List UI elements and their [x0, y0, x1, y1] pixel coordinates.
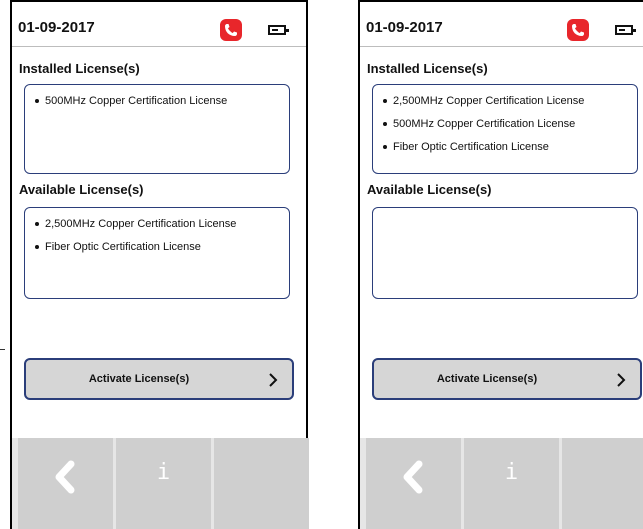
activate-licenses-button[interactable]: Activate License(s) [24, 358, 294, 400]
blank-softkey[interactable] [562, 438, 643, 529]
info-icon: i [156, 460, 171, 485]
installed-licenses-list: 2,500MHz Copper Certification License 50… [372, 84, 638, 174]
back-button[interactable] [366, 438, 461, 529]
installed-licenses-list: 500MHz Copper Certification License [24, 84, 290, 174]
bottom-navigation: i [12, 438, 309, 529]
edge-mark [0, 349, 5, 350]
back-button[interactable] [18, 438, 113, 529]
list-item: 2,500MHz Copper Certification License [383, 93, 637, 116]
status-bar: 01-09-2017 [12, 0, 306, 44]
battery-icon [268, 25, 289, 35]
header-divider [12, 46, 306, 47]
phone-icon[interactable] [567, 19, 589, 41]
phone-icon[interactable] [220, 19, 242, 41]
available-licenses-title: Available License(s) [367, 182, 492, 197]
installed-licenses-title: Installed License(s) [19, 61, 140, 76]
screenshot-comparison: 01-09-2017 Installed License(s) 500MHz C… [0, 0, 643, 529]
available-licenses-title: Available License(s) [19, 182, 144, 197]
chevron-left-icon [399, 460, 425, 499]
available-licenses-list [372, 207, 638, 299]
activate-licenses-button[interactable]: Activate License(s) [372, 358, 642, 400]
installed-licenses-title: Installed License(s) [367, 61, 488, 76]
info-button[interactable]: i [464, 438, 559, 529]
chevron-right-icon [616, 373, 626, 392]
bottom-navigation: i [360, 438, 643, 529]
date-label: 01-09-2017 [366, 19, 443, 36]
device-screen-before: 01-09-2017 Installed License(s) 500MHz C… [10, 0, 309, 529]
info-button[interactable]: i [116, 438, 211, 529]
chevron-left-icon [51, 460, 77, 499]
list-item: 500MHz Copper Certification License [35, 93, 289, 116]
list-item: Fiber Optic Certification License [383, 139, 637, 162]
chevron-right-icon [268, 373, 278, 392]
activate-button-label: Activate License(s) [436, 373, 538, 385]
battery-icon [615, 25, 636, 35]
activate-button-label: Activate License(s) [88, 373, 190, 385]
status-bar: 01-09-2017 [360, 0, 643, 44]
header-divider [360, 46, 643, 47]
info-icon: i [504, 460, 519, 485]
available-licenses-list: 2,500MHz Copper Certification License Fi… [24, 207, 290, 299]
list-item: 500MHz Copper Certification License [383, 116, 637, 139]
device-screen-after: 01-09-2017 Installed License(s) 2,500MHz… [358, 0, 643, 529]
date-label: 01-09-2017 [18, 19, 95, 36]
list-item[interactable]: 2,500MHz Copper Certification License [35, 216, 289, 239]
blank-softkey[interactable] [214, 438, 309, 529]
list-item[interactable]: Fiber Optic Certification License [35, 239, 289, 262]
